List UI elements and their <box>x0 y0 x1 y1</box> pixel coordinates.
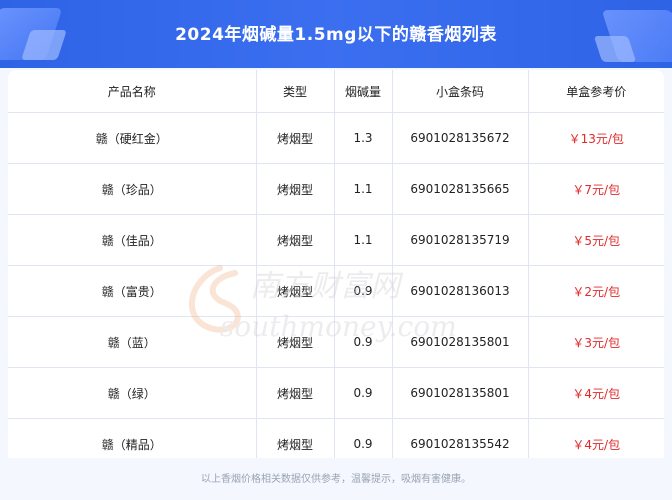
table-row: 赣（富贵） 烤烟型 0.9 6901028136013 ￥2元/包 <box>8 265 664 317</box>
cell-price: ￥13元/包 <box>528 112 664 164</box>
cell-type: 烤烟型 <box>256 163 335 215</box>
cell-type: 烤烟型 <box>256 316 335 368</box>
cell-type: 烤烟型 <box>256 418 335 458</box>
cell-nicotine: 1.1 <box>334 163 393 215</box>
cell-nicotine: 0.9 <box>334 316 393 368</box>
cell-price: ￥4元/包 <box>528 418 664 458</box>
header-banner: 2024年烟碱量1.5mg以下的赣香烟列表 <box>0 0 672 68</box>
column-header-price: 单盒参考价 <box>528 70 664 113</box>
cell-product-name: 赣（佳品） <box>8 214 257 266</box>
table-row: 赣（绿） 烤烟型 0.9 6901028135801 ￥4元/包 <box>8 367 664 419</box>
cell-price: ￥2元/包 <box>528 265 664 317</box>
cell-barcode: 6901028135801 <box>392 367 529 419</box>
cell-nicotine: 1.3 <box>334 112 393 164</box>
cell-nicotine: 0.9 <box>334 367 393 419</box>
cell-barcode: 6901028135672 <box>392 112 529 164</box>
cell-barcode: 6901028136013 <box>392 265 529 317</box>
column-header-nicotine: 烟碱量 <box>334 70 393 113</box>
cell-nicotine: 0.9 <box>334 418 393 458</box>
cell-barcode: 6901028135665 <box>392 163 529 215</box>
cell-type: 烤烟型 <box>256 112 335 164</box>
table-row: 赣（硬红金） 烤烟型 1.3 6901028135672 ￥13元/包 <box>8 112 664 164</box>
cell-product-name: 赣（精品） <box>8 418 257 458</box>
cell-price: ￥4元/包 <box>528 367 664 419</box>
cell-nicotine: 1.1 <box>334 214 393 266</box>
cigarette-table-container: 产品名称 类型 烟碱量 小盒条码 单盒参考价 赣（硬红金） 烤烟型 1.3 69… <box>8 70 664 458</box>
table-row: 赣（珍品） 烤烟型 1.1 6901028135665 ￥7元/包 <box>8 163 664 215</box>
cell-type: 烤烟型 <box>256 265 335 317</box>
column-header-product-name: 产品名称 <box>8 70 257 113</box>
cell-product-name: 赣（珍品） <box>8 163 257 215</box>
cell-type: 烤烟型 <box>256 367 335 419</box>
cell-price: ￥5元/包 <box>528 214 664 266</box>
cell-nicotine: 0.9 <box>334 265 393 317</box>
cigarette-table: 产品名称 类型 烟碱量 小盒条码 单盒参考价 赣（硬红金） 烤烟型 1.3 69… <box>8 70 664 458</box>
column-header-barcode: 小盒条码 <box>392 70 529 113</box>
cell-barcode: 6901028135542 <box>392 418 529 458</box>
cell-barcode: 6901028135801 <box>392 316 529 368</box>
cell-price: ￥7元/包 <box>528 163 664 215</box>
cell-product-name: 赣（绿） <box>8 367 257 419</box>
cell-type: 烤烟型 <box>256 214 335 266</box>
cell-product-name: 赣（富贵） <box>8 265 257 317</box>
page-title: 2024年烟碱量1.5mg以下的赣香烟列表 <box>175 25 497 45</box>
cell-product-name: 赣（蓝） <box>8 316 257 368</box>
table-header-row: 产品名称 类型 烟碱量 小盒条码 单盒参考价 <box>8 70 664 113</box>
cell-product-name: 赣（硬红金） <box>8 112 257 164</box>
table-row: 赣（蓝） 烤烟型 0.9 6901028135801 ￥3元/包 <box>8 316 664 368</box>
footer-disclaimer: 以上香烟价格相关数据仅供参考，温馨提示，吸烟有害健康。 <box>201 474 471 485</box>
cell-price: ￥3元/包 <box>528 316 664 368</box>
table-row: 赣（佳品） 烤烟型 1.1 6901028135719 ￥5元/包 <box>8 214 664 266</box>
column-header-type: 类型 <box>256 70 335 113</box>
table-row: 赣（精品） 烤烟型 0.9 6901028135542 ￥4元/包 <box>8 418 664 458</box>
cell-barcode: 6901028135719 <box>392 214 529 266</box>
